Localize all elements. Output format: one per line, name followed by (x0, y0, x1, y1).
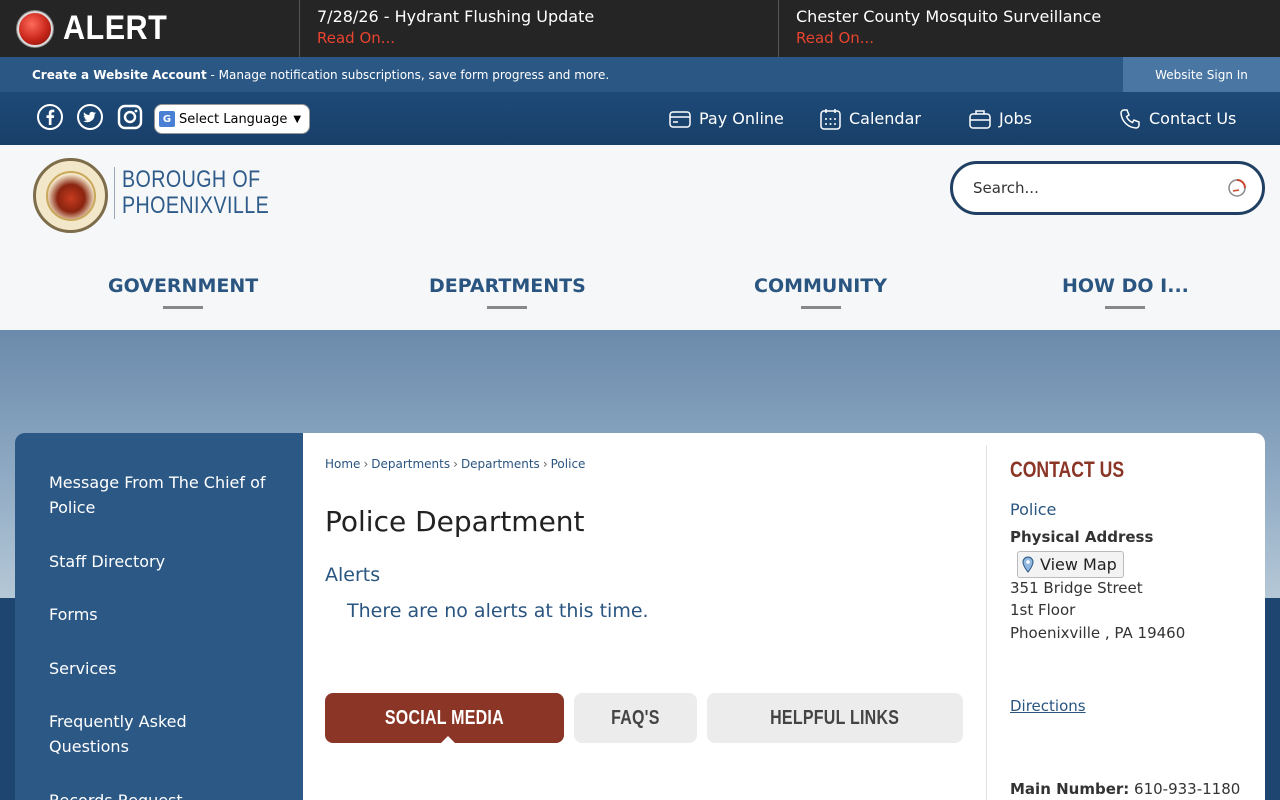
utility-bar: G Select Language ▼ Pay Online Calendar … (0, 92, 1280, 145)
nav-community-label: COMMUNITY (754, 275, 888, 297)
alert-read-on-link[interactable]: Read On... (317, 28, 761, 49)
main-content: Home › Departments › Departments › Police Poli… (303, 433, 1265, 800)
physical-address-label: Physical Address (1010, 528, 1154, 546)
address-line-3: Phoenixville , PA 19460 (1010, 624, 1186, 642)
account-description: - Manage notification subscriptions, sav… (206, 67, 610, 82)
language-select[interactable]: G Select Language ▼ (154, 104, 310, 134)
instagram-icon[interactable] (117, 104, 143, 130)
chevron-down-icon: ▼ (293, 113, 302, 125)
search-input[interactable]: Search... (950, 161, 1265, 215)
view-map-button[interactable]: View Map (1017, 551, 1124, 578)
search-icon[interactable] (1226, 177, 1248, 199)
pay-online-label: Pay Online (699, 109, 784, 128)
content-divider (986, 445, 987, 800)
alerts-message: There are no alerts at this time. (347, 600, 649, 622)
tab-faqs[interactable]: FAQ'S (574, 693, 697, 743)
sidebar-nav: Message From The Chief of Police Staff D… (15, 433, 303, 800)
breadcrumb-departments[interactable]: Departments (371, 457, 450, 471)
search-placeholder: Search... (973, 179, 1039, 197)
alerts-heading: Alerts (325, 564, 381, 586)
alert-bar: ALERT 7/28/26 - Hydrant Flushing Update … (0, 0, 1280, 57)
breadcrumb-separator: › (453, 457, 458, 471)
address-line-2: 1st Floor (1010, 601, 1076, 619)
nav-departments[interactable]: DEPARTMENTS (429, 275, 586, 309)
account-message: Create a Website Account - Manage notifi… (0, 68, 609, 82)
page-title: Police Department (325, 505, 585, 538)
jobs-link[interactable]: Jobs (969, 92, 1032, 145)
alert-item-title[interactable]: 7/28/26 - Hydrant Flushing Update (317, 6, 761, 28)
facebook-icon[interactable] (37, 104, 63, 130)
nav-government[interactable]: GOVERNMENT (108, 275, 258, 309)
logo-line1: BOROUGH OF (122, 166, 261, 193)
main-number-value[interactable]: 610-933-1180 (1134, 780, 1240, 798)
breadcrumb-separator: › (363, 457, 369, 471)
nav-underline (1105, 306, 1146, 309)
site-header: BOROUGH OF PHOENIXVILLE Search... GOVERN… (0, 145, 1280, 330)
nav-underline (163, 306, 204, 309)
alert-item-title[interactable]: Chester County Mosquito Surveillance (796, 6, 1263, 28)
nav-underline (800, 306, 841, 309)
alert-label-area[interactable]: ALERT (0, 0, 300, 57)
alert-icon (17, 10, 53, 47)
tab-helpful-links[interactable]: HELPFUL LINKS (707, 693, 963, 743)
contact-heading: CONTACT US (1010, 457, 1125, 482)
website-sign-in-button[interactable]: Website Sign In (1123, 57, 1280, 92)
jobs-label: Jobs (999, 109, 1032, 128)
logo-line2: PHOENIXVILLE (122, 192, 270, 219)
alert-item[interactable]: 7/28/26 - Hydrant Flushing Update Read O… (300, 0, 779, 57)
pay-online-link[interactable]: Pay Online (669, 92, 784, 145)
credit-card-icon (669, 110, 691, 128)
logo-divider (114, 167, 115, 219)
breadcrumb: Home › Departments › Departments › Police (325, 457, 585, 471)
borough-seal-logo[interactable] (33, 158, 108, 233)
calendar-link[interactable]: Calendar (820, 92, 921, 145)
sidebar-item-faq[interactable]: Frequently Asked Questions (49, 709, 269, 759)
directions-link[interactable]: Directions (1010, 697, 1086, 715)
alert-item[interactable]: Chester County Mosquito Surveillance Rea… (779, 0, 1280, 57)
tab-faqs-label: FAQ'S (611, 706, 660, 729)
nav-how-do-i[interactable]: HOW DO I... (1062, 275, 1189, 309)
nav-underline (487, 306, 528, 309)
tab-social-media-label: SOCIAL MEDIA (384, 706, 505, 729)
twitter-icon[interactable] (77, 104, 103, 130)
contact-us-link[interactable]: Contact Us (1119, 92, 1236, 145)
active-tab-pointer (440, 736, 456, 744)
view-map-label: View Map (1040, 555, 1117, 574)
map-pin-icon (1022, 556, 1034, 573)
breadcrumb-police[interactable]: Police (551, 457, 586, 471)
sidebar-item-services[interactable]: Services (49, 656, 269, 681)
calendar-label: Calendar (849, 109, 921, 128)
nav-community[interactable]: COMMUNITY (754, 275, 887, 309)
create-account-link[interactable]: Create a Website Account (32, 68, 207, 82)
calendar-icon (820, 108, 841, 130)
alert-read-on-link[interactable]: Read On... (796, 28, 1263, 49)
tab-helpful-links-label: HELPFUL LINKS (770, 706, 900, 729)
nav-how-do-i-label: HOW DO I... (1062, 275, 1189, 297)
sidebar-item-staff-directory[interactable]: Staff Directory (49, 549, 269, 574)
nav-government-label: GOVERNMENT (108, 275, 259, 297)
contact-us-label: Contact Us (1149, 109, 1237, 128)
google-translate-icon: G (159, 111, 175, 127)
site-logo-text[interactable]: BOROUGH OF PHOENIXVILLE (122, 167, 269, 219)
nav-departments-label: DEPARTMENTS (429, 275, 586, 297)
sidebar-item-chief-message[interactable]: Message From The Chief of Police (49, 470, 269, 520)
breadcrumb-home[interactable]: Home (325, 457, 360, 471)
breadcrumb-separator: › (542, 457, 548, 471)
address-line-1: 351 Bridge Street (1010, 579, 1143, 597)
language-select-label: Select Language (179, 111, 288, 127)
alert-label: ALERT (63, 9, 168, 47)
phone-icon (1120, 108, 1140, 129)
sidebar-item-forms[interactable]: Forms (49, 602, 269, 627)
main-number-label: Main Number: (1010, 780, 1130, 798)
briefcase-icon (969, 109, 991, 129)
sidebar-item-records-request[interactable]: Records Request (49, 788, 269, 800)
account-bar: Create a Website Account - Manage notifi… (0, 57, 1280, 92)
contact-name: Police (1010, 500, 1057, 519)
breadcrumb-departments-2[interactable]: Departments (461, 457, 540, 471)
main-number: Main Number: 610-933-1180 (1010, 780, 1240, 798)
phoenix-emblem (45, 170, 96, 221)
